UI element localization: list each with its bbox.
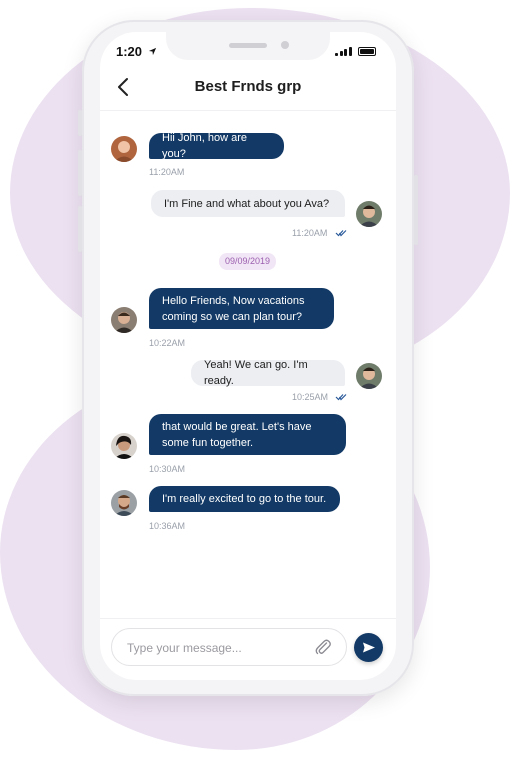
message-bubble: I'm Fine and what about you Ava? — [151, 190, 345, 217]
message-time: 11:20AM — [292, 228, 328, 238]
volume-up-button — [78, 150, 82, 196]
message-text: Hello Friends, Now vacations coming so w… — [162, 294, 305, 323]
message-bubble: that would be great. Let's have some fun… — [149, 414, 346, 455]
status-time: 1:20 — [116, 44, 157, 59]
message-bubble: Hello Friends, Now vacations coming so w… — [149, 288, 334, 329]
camera — [281, 41, 289, 49]
date-separator: 09/09/2019 — [219, 253, 276, 270]
message-text: I'm really excited to go to the tour. — [162, 493, 327, 505]
composer-divider — [100, 618, 396, 619]
read-ticks-icon — [335, 230, 347, 237]
message-time: 10:30AM — [149, 464, 186, 474]
read-ticks-icon — [335, 394, 347, 401]
battery-icon — [357, 46, 376, 56]
back-arrow-icon[interactable] — [114, 76, 134, 98]
power-button — [414, 175, 418, 245]
avatar[interactable] — [356, 201, 382, 227]
avatar[interactable] — [356, 363, 382, 389]
message-text: Yeah! We can go. I'm ready. — [204, 359, 308, 387]
message-text: Hii John, how are you? — [162, 132, 247, 160]
message-time: 10:25AM — [292, 392, 329, 402]
send-icon — [363, 642, 375, 653]
speaker — [229, 43, 267, 48]
avatar[interactable] — [111, 136, 137, 162]
message-time: 10:36AM — [149, 521, 186, 531]
send-button[interactable] — [354, 633, 383, 662]
location-arrow-icon — [148, 47, 156, 56]
background-blob-small — [30, 215, 76, 261]
avatar[interactable] — [111, 307, 137, 333]
mute-switch — [78, 110, 82, 136]
header-divider — [100, 110, 396, 111]
message-time: 11:20AM — [149, 167, 185, 177]
message-text: that would be great. Let's have some fun… — [162, 420, 312, 449]
message-input-box[interactable] — [111, 628, 347, 667]
message-bubble: Hii John, how are you? — [149, 132, 284, 160]
message-bubble: I'm really excited to go to the tour. — [149, 486, 340, 512]
avatar[interactable] — [111, 433, 137, 459]
paperclip-icon[interactable] — [314, 638, 332, 656]
signal-icon — [335, 46, 352, 56]
message-bubble: Yeah! We can go. I'm ready. — [191, 359, 345, 387]
chat-title: Best Frnds grp — [194, 78, 302, 95]
status-icons — [335, 45, 376, 57]
avatar[interactable] — [111, 490, 137, 516]
volume-down-button — [78, 206, 82, 252]
message-input[interactable] — [125, 629, 309, 667]
message-text: I'm Fine and what about you Ava? — [164, 197, 330, 210]
message-time: 10:22AM — [149, 338, 186, 348]
